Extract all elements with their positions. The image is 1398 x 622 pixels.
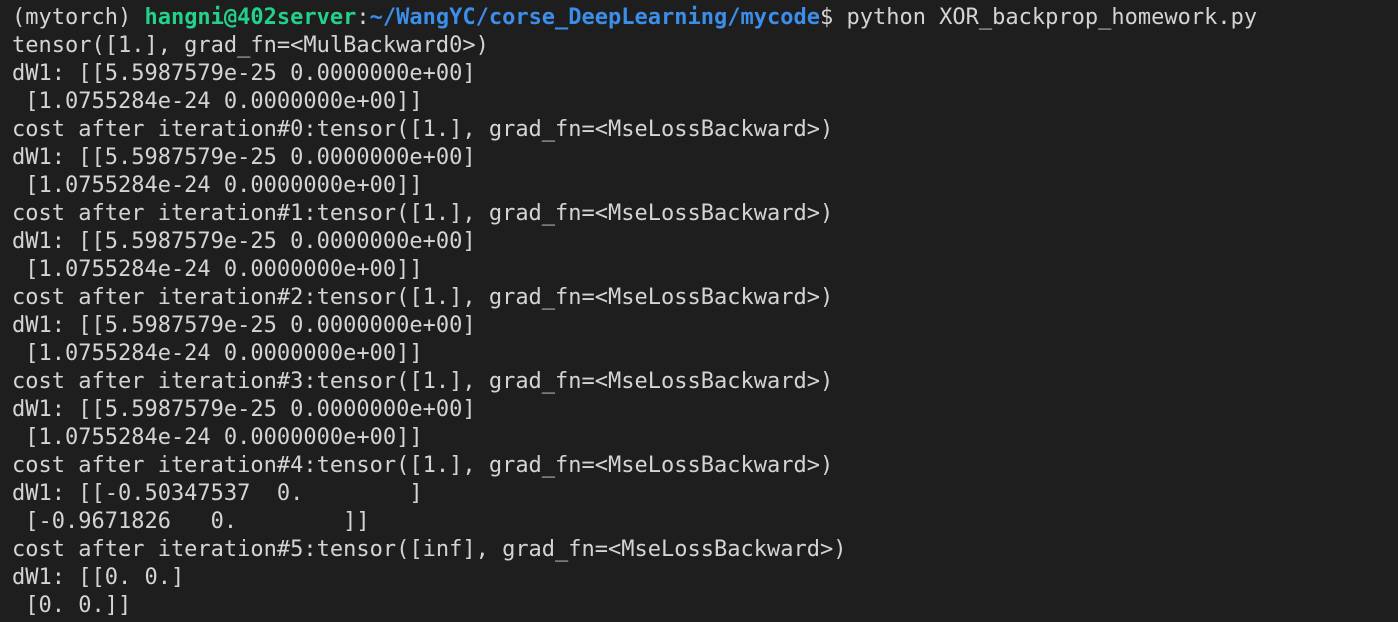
- output-line: dW1: [[5.5987579e-25 0.0000000e+00]: [12, 229, 476, 254]
- prompt-separator: :: [356, 5, 370, 30]
- output-line: dW1: [[5.5987579e-25 0.0000000e+00]: [12, 397, 476, 422]
- working-directory: ~/WangYC/corse_DeepLearning/mycode: [369, 5, 820, 30]
- output-line: cost after iteration#3:tensor([1.], grad…: [12, 369, 834, 394]
- output-line: [1.0755284e-24 0.0000000e+00]]: [12, 425, 423, 450]
- output-line: cost after iteration#1:tensor([1.], grad…: [12, 201, 834, 226]
- conda-env: (mytorch): [12, 5, 145, 30]
- output-line: dW1: [[-0.50347537 0. ]: [12, 481, 423, 506]
- output-line: [1.0755284e-24 0.0000000e+00]]: [12, 89, 423, 114]
- prompt-line: (mytorch) hangni@402server:~/WangYC/cors…: [12, 4, 1398, 32]
- output-line: dW1: [[5.5987579e-25 0.0000000e+00]: [12, 313, 476, 338]
- output-line: cost after iteration#5:tensor([inf], gra…: [12, 537, 847, 562]
- output-line: cost after iteration#4:tensor([1.], grad…: [12, 453, 834, 478]
- output-line: cost after iteration#0:tensor([1.], grad…: [12, 117, 834, 142]
- output-line: [1.0755284e-24 0.0000000e+00]]: [12, 341, 423, 366]
- user-host: hangni@402server: [144, 5, 357, 30]
- output-line: tensor([1.], grad_fn=<MulBackward0>): [12, 33, 489, 58]
- output-line: dW1: [[5.5987579e-25 0.0000000e+00]: [12, 61, 476, 86]
- terminal-output: tensor([1.], grad_fn=<MulBackward0>) dW1:…: [12, 32, 1398, 620]
- terminal-window[interactable]: (mytorch) hangni@402server:~/WangYC/cors…: [0, 0, 1398, 622]
- output-line: [1.0755284e-24 0.0000000e+00]]: [12, 257, 423, 282]
- output-line: [0. 0.]]: [12, 593, 132, 618]
- output-line: cost after iteration#2:tensor([1.], grad…: [12, 285, 834, 310]
- prompt-symbol: $: [819, 5, 834, 30]
- output-line: [1.0755284e-24 0.0000000e+00]]: [12, 173, 423, 198]
- command-text: python XOR_backprop_homework.py: [833, 5, 1258, 30]
- output-line: [-0.9671826 0. ]]: [12, 509, 370, 534]
- output-line: dW1: [[5.5987579e-25 0.0000000e+00]: [12, 145, 476, 170]
- output-line: dW1: [[0. 0.]: [12, 565, 185, 590]
